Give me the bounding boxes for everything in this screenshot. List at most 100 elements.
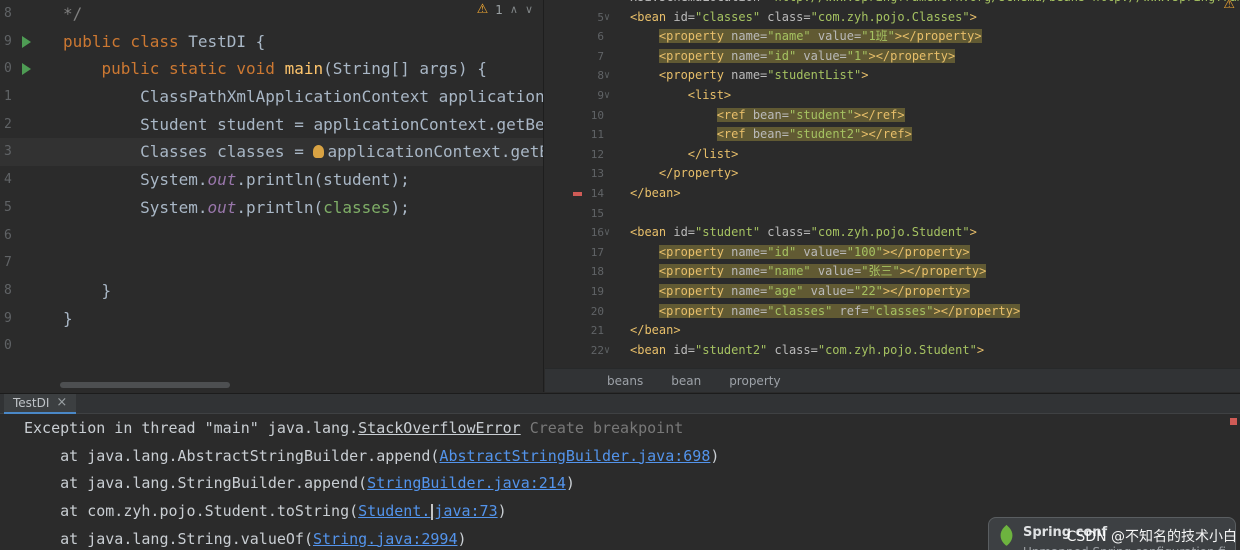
xml-code-line[interactable]: 10 <ref bean="student"></ref> <box>545 106 1240 126</box>
xml-code-line[interactable]: 16 ∨ <bean id="student" class="com.zyh.poj… <box>545 223 1240 243</box>
gutter: 8 ∨ <box>545 66 630 86</box>
java-code-line[interactable]: 8 */ <box>0 0 543 28</box>
xml-code-line[interactable]: 13 </property> <box>545 164 1240 184</box>
code-token: ) <box>457 529 467 548</box>
fold-icon[interactable]: ∨ <box>604 341 610 361</box>
gutter: 1 <box>0 83 63 111</box>
java-code-line[interactable]: 9 public class TestDI { <box>0 28 543 56</box>
fold-icon[interactable]: ∨ <box>604 86 610 106</box>
code-token: </property> <box>658 166 739 181</box>
xml-code-line[interactable]: 17 <property name="id" value="100"></pro… <box>545 243 1240 263</box>
console-line[interactable]: Exception in thread "main" java.lang.Sta… <box>0 415 1240 443</box>
fold-icon[interactable]: ∨ <box>604 8 610 28</box>
java-code-line[interactable]: 5 System.out.println(classes); <box>0 194 543 222</box>
line-number: 7 <box>597 49 604 63</box>
java-code-line[interactable]: 7 <box>0 249 543 277</box>
stack-frame-link[interactable]: String.java:2994 <box>313 530 458 548</box>
xml-code-area[interactable]: xsi:schemaLocation="http://www.springfra… <box>545 0 1240 360</box>
fold-icon[interactable]: ∨ <box>604 223 610 243</box>
java-code-line[interactable]: 3 Classes classes = applicationContext.g… <box>0 138 543 167</box>
xml-code-line[interactable]: 12 </list> <box>545 145 1240 165</box>
breadcrumb-item-beans[interactable]: beans <box>607 374 643 388</box>
code-token: ></ref> <box>854 107 905 122</box>
console-tab-testdi[interactable]: TestDI × <box>4 393 77 414</box>
code-token: at java.lang.StringBuilder.append( <box>24 474 368 493</box>
java-code-line[interactable]: 2 Student student = applicationContext.g… <box>0 111 543 139</box>
line-number: 11 <box>590 128 604 142</box>
line-number: 8 <box>597 69 604 83</box>
exception-class-link[interactable]: StackOverflowError <box>358 419 521 437</box>
stack-frame-link[interactable]: StringBuilder.java:214 <box>367 474 566 492</box>
stack-frame-link[interactable]: Student. <box>358 502 430 520</box>
xml-code-line[interactable]: 9 ∨ <list> <box>545 86 1240 106</box>
xml-code-line[interactable]: 18 <property name="name" value="张三"></pr… <box>545 262 1240 282</box>
gutter: 16 ∨ <box>545 223 630 243</box>
gutter: 7 <box>0 249 63 277</box>
xml-code-line[interactable]: 22 ∨ <bean id="student2" class="com.zyh.po… <box>545 341 1240 361</box>
code-token: at java.lang.AbstractStringBuilder.appen… <box>24 446 440 465</box>
xml-code-line[interactable]: 11 <ref bean="student2"></ref> <box>545 125 1240 145</box>
tab-label: TestDI <box>13 395 50 410</box>
code-token: ></property> <box>882 244 970 259</box>
java-code-area[interactable]: 8 */ 9 public class TestDI {0 public static… <box>0 0 543 360</box>
gutter: 10 <box>545 106 630 126</box>
xml-code-line[interactable]: 20 <property name="classes" ref="classes… <box>545 302 1240 322</box>
java-code-line[interactable]: 0 public static void main(String[] args)… <box>0 55 543 83</box>
java-code-line[interactable]: 0 <box>0 332 543 360</box>
code-token: TestDI { <box>188 31 266 51</box>
code-token: "1班" <box>861 29 895 44</box>
code-token: <bean <box>630 225 667 240</box>
xml-code-line[interactable]: 6 <property name="name" value="1班"></pro… <box>545 27 1240 47</box>
gutter: 9 ∨ <box>545 86 630 106</box>
stack-frame-link[interactable]: java:73 <box>434 502 497 520</box>
xml-code-line[interactable]: 15 <box>545 204 1240 224</box>
xml-code-line[interactable]: 19 <property name="age" value="22"></pro… <box>545 282 1240 302</box>
run-icon[interactable] <box>22 63 31 76</box>
fold-icon[interactable]: ∨ <box>604 66 610 86</box>
code-token: System. <box>63 197 208 217</box>
code-token: "student" <box>695 225 761 240</box>
line-number: 0 <box>4 61 12 77</box>
code-token: name= <box>723 283 768 298</box>
close-icon[interactable]: × <box>56 395 67 410</box>
code-token: } <box>63 280 112 300</box>
stack-frame-link[interactable]: AbstractStringBuilder.java:698 <box>439 447 710 465</box>
console-line[interactable]: at java.lang.AbstractStringBuilder.appen… <box>0 443 1240 471</box>
scrollbar-thumb[interactable] <box>60 382 230 388</box>
console-line[interactable]: at java.lang.StringBuilder.append(String… <box>0 470 1240 498</box>
xml-code-line[interactable]: xsi:schemaLocation="http://www.springfra… <box>545 0 1240 8</box>
code-token: main <box>284 59 324 79</box>
code-token: class= <box>767 342 818 357</box>
horizontal-scrollbar[interactable] <box>60 382 540 388</box>
run-icon[interactable] <box>22 35 31 48</box>
code-token: value= <box>810 264 862 279</box>
intention-bulb-icon[interactable] <box>313 145 325 159</box>
java-code-line[interactable]: 1 ClassPathXmlApplicationContext applica… <box>0 83 543 111</box>
xml-code-line[interactable]: 5 ∨ <bean id="classes" class="com.zyh.pojo… <box>545 8 1240 28</box>
breadcrumb-item-bean[interactable]: bean <box>671 374 701 388</box>
xml-code-line[interactable]: 8 ∨ <property name="studentList"> <box>545 66 1240 86</box>
gutter: 7 <box>545 47 630 67</box>
chevron-up-icon[interactable]: ∧ <box>510 3 518 16</box>
watermark: CSDN @不知名的技术小白 <box>1066 529 1237 545</box>
line-number: 2 <box>4 116 12 132</box>
line-number: 7 <box>4 255 12 271</box>
code-token: name= <box>723 68 768 83</box>
code-token: "student2" <box>788 127 862 142</box>
java-code-line[interactable]: 9} <box>0 305 543 333</box>
xml-code-line[interactable]: 7 <property name="id" value="1"></proper… <box>545 47 1240 67</box>
code-token: > <box>969 9 977 24</box>
java-code-line[interactable]: 4 System.out.println(student); <box>0 166 543 194</box>
chevron-down-icon[interactable]: ∨ <box>525 3 533 16</box>
breadcrumb-item-property[interactable]: property <box>729 374 780 388</box>
code-token: <property <box>658 303 724 318</box>
code-token: "22" <box>854 283 883 298</box>
java-code-line[interactable]: 8 } <box>0 277 543 305</box>
code-token: Student student = applicationContext.get… <box>63 114 543 134</box>
java-code-line[interactable]: 6 <box>0 222 543 250</box>
xml-code-line[interactable]: 21 </bean> <box>545 321 1240 341</box>
xml-code-line[interactable]: 14 </bean> <box>545 184 1240 204</box>
